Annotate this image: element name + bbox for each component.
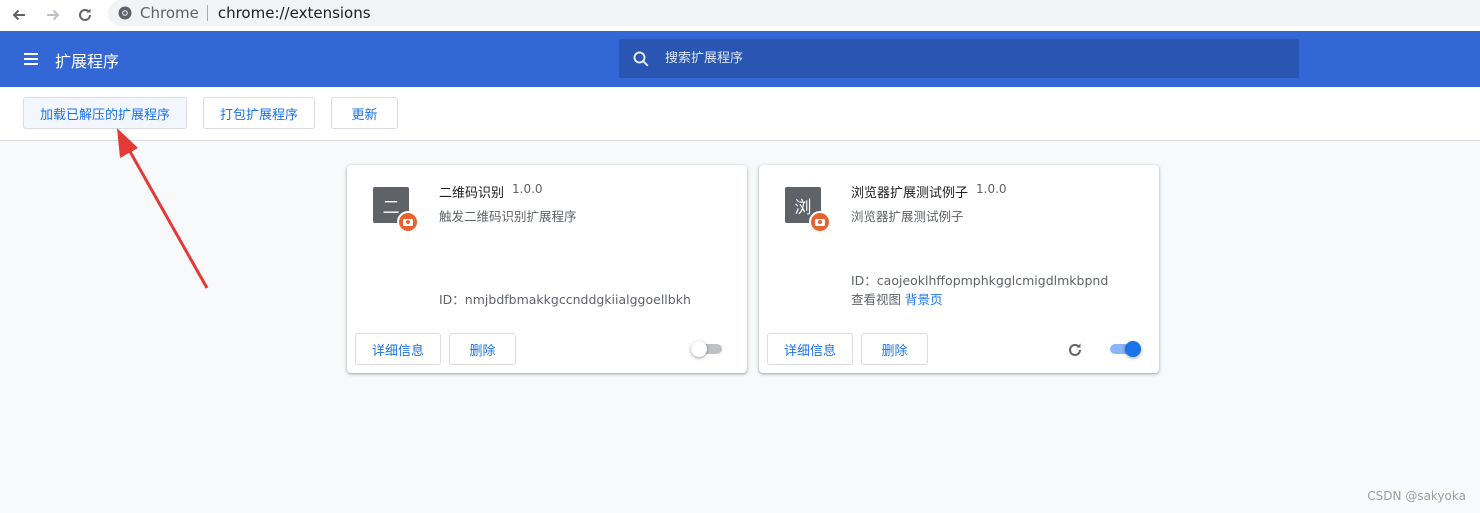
load-unpacked-button[interactable]: 加载已解压的扩展程序 xyxy=(23,97,187,129)
extension-card-qrcode: 二 二维码识别 1.0.0 触发二维码识别扩展程序 ID：nmjbdfbmakk… xyxy=(347,165,747,373)
inspect-views-label: 查看视图 xyxy=(851,292,902,307)
reload-icon[interactable] xyxy=(1066,341,1084,359)
inspect-views: 查看视图 背景页 xyxy=(851,289,943,308)
enable-toggle[interactable] xyxy=(691,341,725,357)
address-url: chrome://extensions xyxy=(217,4,371,22)
unpacked-badge-icon xyxy=(809,211,831,233)
reload-page-icon[interactable] xyxy=(74,4,96,26)
page-title: 扩展程序 xyxy=(55,52,120,71)
menu-icon[interactable] xyxy=(22,50,42,68)
extension-id: ID：caojeoklhffopmphkgglcmigdlmkbpnd xyxy=(851,273,1109,288)
watermark: CSDN @sakyoka xyxy=(1367,489,1466,503)
browser-toolbar: Chrome chrome://extensions xyxy=(0,0,1480,31)
address-bar[interactable]: Chrome chrome://extensions xyxy=(108,0,1480,26)
toggle-knob xyxy=(691,341,707,357)
background-page-link[interactable]: 背景页 xyxy=(905,292,943,307)
search-input[interactable] xyxy=(665,51,1265,66)
search-box[interactable] xyxy=(619,39,1299,78)
developer-toolbar: 加载已解压的扩展程序 打包扩展程序 更新 xyxy=(0,87,1480,141)
extension-card-browser-test: 浏 浏览器扩展测试例子 1.0.0 浏览器扩展测试例子 ID：caojeoklh… xyxy=(759,165,1159,373)
extension-version: 1.0.0 xyxy=(976,182,1007,196)
remove-button[interactable]: 删除 xyxy=(449,333,516,365)
extension-description: 浏览器扩展测试例子 xyxy=(851,209,964,224)
extension-description: 触发二维码识别扩展程序 xyxy=(439,209,577,224)
back-icon[interactable] xyxy=(8,4,30,26)
extension-version: 1.0.0 xyxy=(512,182,543,196)
forward-icon[interactable] xyxy=(42,4,64,26)
search-icon xyxy=(633,51,649,67)
extension-name: 浏览器扩展测试例子 xyxy=(851,186,969,201)
details-button[interactable]: 详细信息 xyxy=(767,333,853,365)
address-separator xyxy=(206,5,208,21)
unpacked-badge-icon xyxy=(397,211,419,233)
pack-extension-button[interactable]: 打包扩展程序 xyxy=(203,97,315,129)
extension-name: 二维码识别 xyxy=(439,186,505,201)
enable-toggle[interactable] xyxy=(1107,341,1141,357)
remove-button[interactable]: 删除 xyxy=(861,333,928,365)
details-button[interactable]: 详细信息 xyxy=(355,333,441,365)
update-button[interactable]: 更新 xyxy=(331,97,398,129)
chrome-icon xyxy=(118,6,132,20)
extensions-header: 扩展程序 xyxy=(0,31,1480,87)
extension-id: ID：nmjbdfbmakkgccnddgkiialggoellbkh xyxy=(439,292,691,307)
toggle-knob xyxy=(1125,341,1141,357)
address-host: Chrome xyxy=(140,4,199,22)
